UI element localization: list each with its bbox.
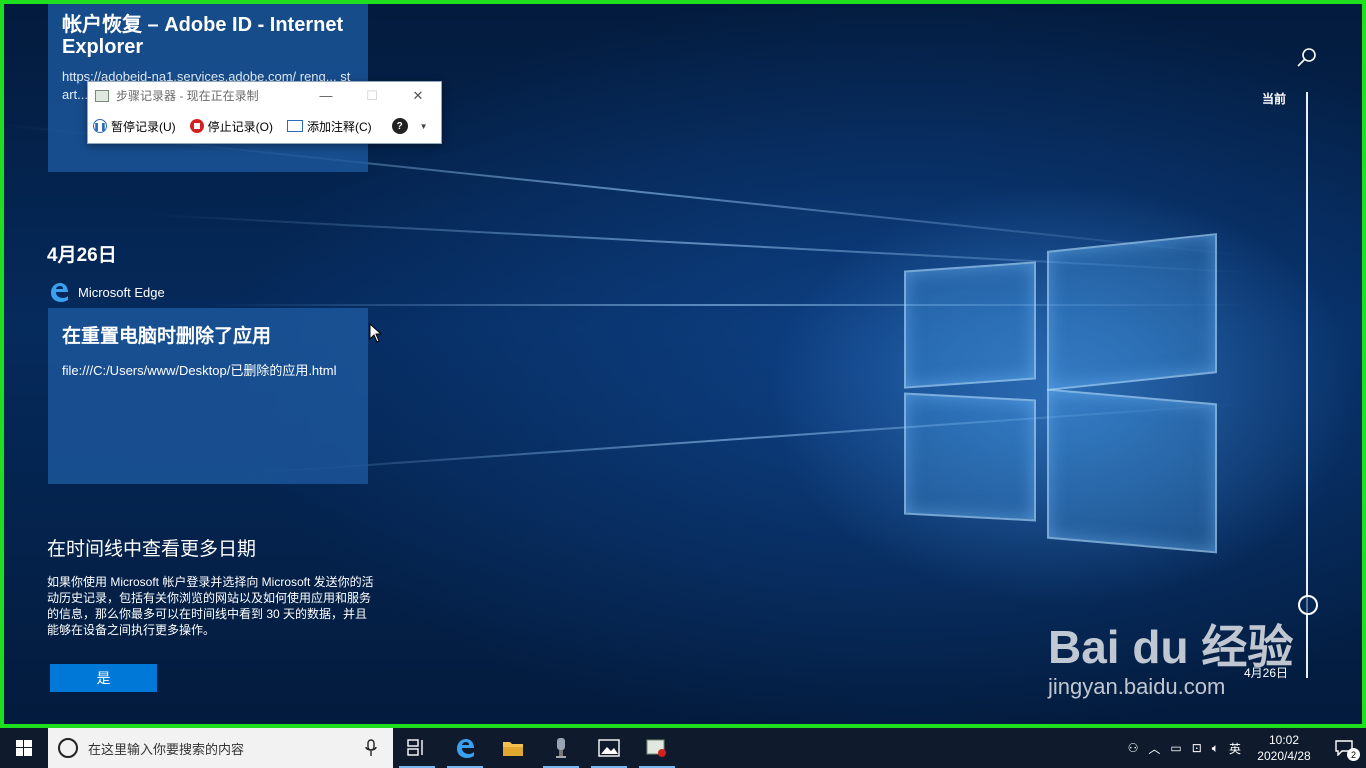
timeline-search-icon[interactable] (1296, 46, 1318, 68)
help-button[interactable]: ? ▼ (391, 118, 428, 134)
help-dropdown-icon[interactable]: ▼ (420, 122, 428, 131)
steps-recorder-window[interactable]: 步骤记录器 - 现在正在录制 — ☐ ✕ ❚❚ 暂停记录(U) 停止记录(O) … (87, 81, 442, 144)
cortana-icon (58, 738, 78, 758)
task-view-button[interactable] (393, 728, 441, 768)
taskbar-clock[interactable]: 10:02 2020/4/28 (1246, 732, 1322, 764)
edge-icon (51, 283, 68, 302)
timeline-app-header: Microsoft Edge (48, 281, 165, 303)
timeline-date-heading: 4月26日 (47, 245, 117, 266)
clock-date: 2020/4/28 (1257, 749, 1311, 763)
taskbar-search-box[interactable]: 在这里输入你要搜索的内容 (48, 728, 393, 768)
baidu-watermark: Bai du 经验 jingyan.baidu.com (1048, 620, 1293, 700)
timeline-app-name: Microsoft Edge (78, 284, 165, 300)
maximize-button: ☐ (366, 87, 378, 103)
network-icon[interactable]: ⊡ (1187, 741, 1207, 755)
steps-recorder-toolbar: ❚❚ 暂停记录(U) 停止记录(O) 添加注释(C) ? ▼ (88, 109, 441, 143)
windows-logo-icon (16, 740, 32, 756)
steps-recorder-app-icon (646, 739, 666, 757)
logo-pane-top-left (904, 261, 1036, 389)
pause-icon: ❚❚ (93, 119, 107, 133)
stop-icon (189, 119, 204, 133)
taskbar-steps-recorder[interactable] (633, 728, 681, 768)
timeline-card-deleted-apps[interactable]: 在重置电脑时删除了应用 file:///C:/Users/www/Desktop… (48, 308, 368, 484)
system-tray: ⚇ ︿ ▭ ⊡ 🔈︎ 英 10:02 2020/4/28 2 (1123, 728, 1366, 768)
watermark-url: jingyan.baidu.com (1048, 674, 1226, 699)
yes-button[interactable]: 是 (50, 664, 157, 692)
promo-title: 在时间线中查看更多日期 (47, 539, 257, 560)
show-hidden-icons-icon[interactable]: ︿ (1143, 740, 1165, 757)
add-comment-button[interactable]: 添加注释(C) (287, 118, 372, 135)
timeline-card-url: file:///C:/Users/www/Desktop/已删除的应用.html (62, 363, 337, 378)
watermark-brand: Bai du 经验 (1048, 621, 1294, 673)
logo-pane-bottom-left (904, 392, 1036, 522)
battery-icon[interactable]: ▭ (1165, 741, 1186, 755)
comment-icon (287, 120, 303, 132)
steps-recorder-title: 步骤记录器 - 现在正在录制 (116, 89, 259, 103)
stop-record-label: 停止记录(O) (207, 119, 273, 134)
scrubber-track[interactable] (1306, 92, 1308, 678)
clock-time: 10:02 (1268, 733, 1300, 747)
task-view-icon (407, 739, 423, 756)
logo-pane-bottom-right (1047, 388, 1217, 554)
scrubber-top-label: 当前 (1262, 92, 1287, 106)
timeline-card-title: 帐户恢复 – Adobe ID - Internet Explorer (62, 14, 344, 58)
mouse-cursor-icon (369, 323, 383, 343)
microphone-app-icon (556, 738, 566, 758)
folder-icon (503, 742, 523, 756)
minimize-button[interactable]: — (303, 82, 349, 109)
people-icon[interactable]: ⚇ (1123, 741, 1144, 755)
notification-count-badge: 2 (1347, 748, 1360, 761)
taskbar-edge[interactable] (441, 728, 489, 768)
action-center-button[interactable]: 2 (1322, 728, 1366, 768)
steps-recorder-icon (95, 89, 109, 102)
microphone-icon[interactable] (365, 739, 377, 757)
taskbar: 在这里输入你要搜索的内容 ⚇ ︿ ▭ ⊡ 🔈︎ 英 10:02 2020/4/2… (0, 728, 1366, 768)
promo-body: 如果你使用 Microsoft 帐户登录并选择向 Microsoft 发送你的活… (47, 575, 374, 637)
volume-icon[interactable]: 🔈︎ (1207, 741, 1224, 756)
logo-pane-top-right (1047, 233, 1217, 391)
scrubber-handle[interactable] (1298, 595, 1318, 615)
pause-record-button[interactable]: ❚❚ 暂停记录(U) (93, 118, 176, 135)
add-comment-label: 添加注释(C) (307, 119, 372, 134)
taskbar-file-explorer[interactable] (489, 728, 537, 768)
edge-icon (457, 739, 474, 758)
input-method-indicator[interactable]: 英 (1224, 740, 1246, 757)
steps-recorder-titlebar[interactable]: 步骤记录器 - 现在正在录制 — ☐ ✕ (88, 82, 441, 109)
close-button[interactable]: ✕ (395, 82, 441, 109)
help-icon: ? (391, 118, 408, 134)
stop-record-button[interactable]: 停止记录(O) (189, 118, 273, 135)
pause-record-label: 暂停记录(U) (111, 119, 176, 134)
taskbar-search-placeholder: 在这里输入你要搜索的内容 (88, 741, 245, 757)
photos-icon (598, 739, 620, 757)
taskbar-photos[interactable] (585, 728, 633, 768)
taskbar-voice-recorder[interactable] (537, 728, 585, 768)
timeline-card-title: 在重置电脑时删除了应用 (62, 326, 272, 347)
start-button[interactable] (0, 728, 48, 768)
